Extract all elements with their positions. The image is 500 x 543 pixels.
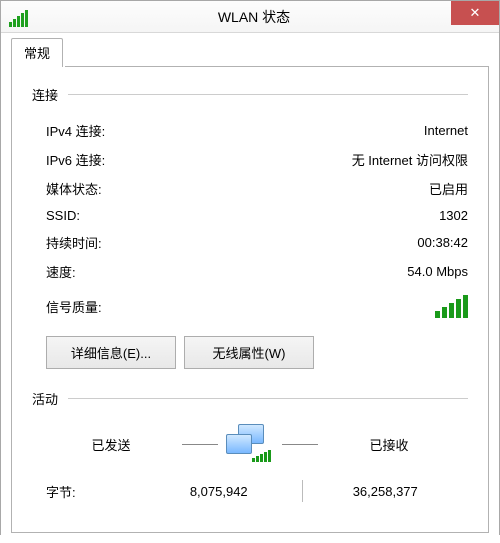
wireless-properties-button[interactable]: 无线属性(W) bbox=[184, 336, 314, 369]
divider bbox=[68, 94, 468, 95]
connection-header: 连接 bbox=[32, 85, 58, 104]
close-icon: ✕ bbox=[470, 5, 481, 21]
window: WLAN 状态 ✕ 常规 连接 IPv4 连接: Internet bbox=[0, 0, 500, 535]
details-button[interactable]: 详细信息(E)... bbox=[46, 336, 176, 369]
bytes-sent-value: 8,075,942 bbox=[136, 484, 302, 499]
row-duration: 持续时间: 00:38:42 bbox=[46, 228, 468, 257]
ssid-label: SSID: bbox=[46, 208, 80, 223]
media-value: 已启用 bbox=[429, 179, 468, 198]
row-ipv6: IPv6 连接: 无 Internet 访问权限 bbox=[46, 145, 468, 174]
tab-panel-general: 连接 IPv4 连接: Internet IPv6 连接: 无 Internet… bbox=[11, 67, 489, 533]
tab-general[interactable]: 常规 bbox=[11, 38, 63, 67]
duration-value: 00:38:42 bbox=[417, 235, 468, 250]
mini-signal-icon bbox=[252, 448, 271, 462]
bytes-label: 字节: bbox=[46, 482, 136, 501]
bytes-received-value: 36,258,377 bbox=[303, 484, 469, 499]
row-media: 媒体状态: 已启用 bbox=[46, 174, 468, 203]
row-ipv4: IPv4 连接: Internet bbox=[46, 116, 468, 145]
media-label: 媒体状态: bbox=[46, 179, 102, 198]
network-computers-icon bbox=[224, 424, 276, 464]
client-area: 常规 连接 IPv4 连接: Internet IPv6 连接: 无 Inter… bbox=[1, 33, 499, 543]
titlebar[interactable]: WLAN 状态 ✕ bbox=[1, 1, 499, 33]
duration-label: 持续时间: bbox=[46, 233, 102, 252]
window-title: WLAN 状态 bbox=[29, 7, 499, 27]
row-speed: 速度: 54.0 Mbps bbox=[46, 257, 468, 286]
details-button-label: 详细信息(E)... bbox=[71, 346, 151, 361]
wireless-properties-label: 无线属性(W) bbox=[213, 346, 286, 361]
ipv6-label: IPv6 连接: bbox=[46, 150, 105, 169]
ssid-value: 1302 bbox=[439, 208, 468, 223]
activity-header: 活动 bbox=[32, 389, 58, 408]
bytes-row: 字节: 8,075,942 36,258,377 bbox=[32, 474, 468, 508]
ipv4-value: Internet bbox=[424, 123, 468, 138]
dash-right bbox=[282, 444, 318, 445]
divider bbox=[68, 398, 468, 399]
activity-group: 活动 已发送 已接收 bbox=[32, 389, 468, 508]
ipv4-label: IPv4 连接: bbox=[46, 121, 105, 140]
close-button[interactable]: ✕ bbox=[451, 1, 499, 25]
activity-visual: 已发送 已接收 bbox=[32, 420, 468, 474]
dash-left bbox=[182, 444, 218, 445]
wifi-icon bbox=[9, 7, 29, 27]
speed-label: 速度: bbox=[46, 262, 76, 281]
speed-value: 54.0 Mbps bbox=[407, 264, 468, 279]
signal-strength-icon bbox=[435, 294, 468, 318]
row-signal: 信号质量: bbox=[46, 286, 468, 328]
ipv6-value: 无 Internet 访问权限 bbox=[352, 150, 468, 169]
received-label: 已接收 bbox=[324, 435, 454, 454]
tabstrip: 常规 bbox=[11, 41, 489, 67]
connection-group: 连接 IPv4 连接: Internet IPv6 连接: 无 Internet… bbox=[32, 85, 468, 375]
sent-label: 已发送 bbox=[46, 435, 176, 454]
signal-label: 信号质量: bbox=[46, 297, 102, 316]
row-ssid: SSID: 1302 bbox=[46, 203, 468, 228]
